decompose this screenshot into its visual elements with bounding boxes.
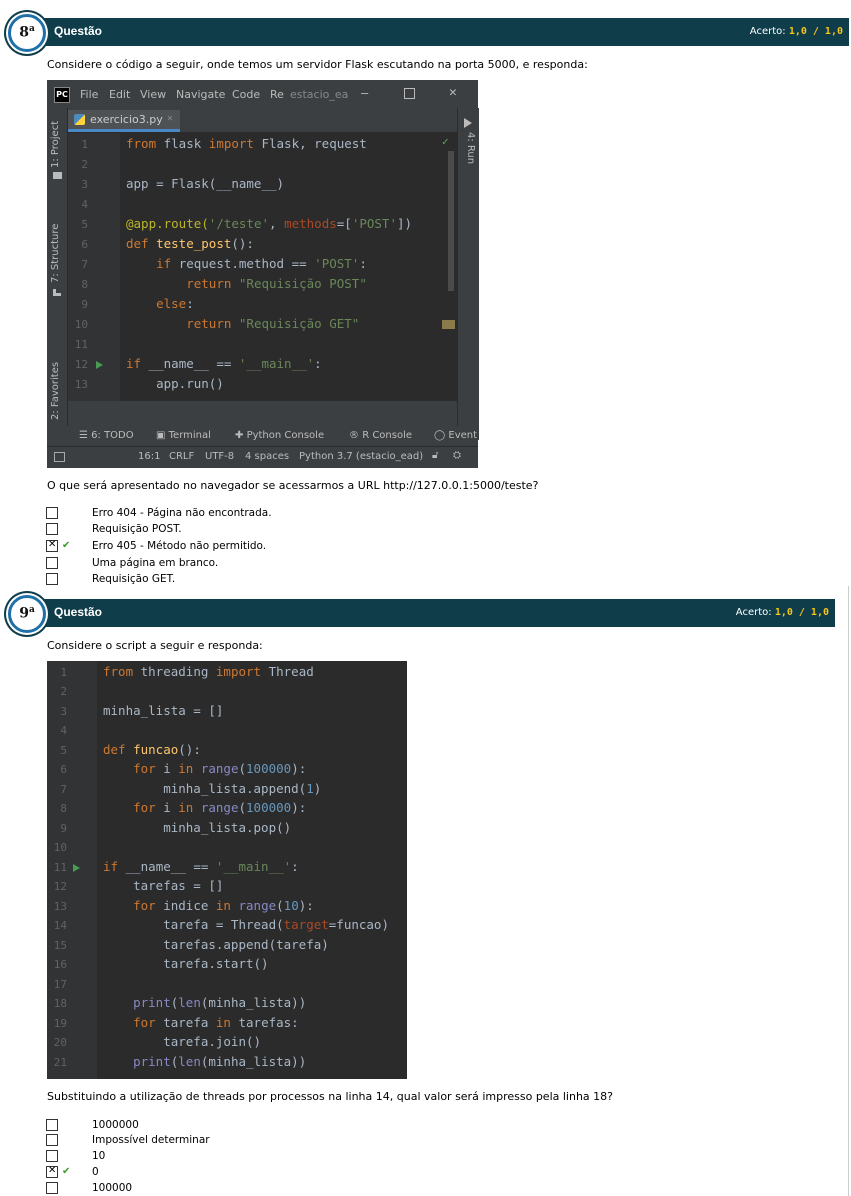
indent[interactable]: 4 spaces (245, 451, 289, 462)
correct-check-icon: ✔ (62, 540, 71, 551)
checkbox[interactable] (46, 1134, 58, 1146)
project-tool[interactable]: 1: Project (50, 121, 61, 168)
layout-icon[interactable] (54, 452, 65, 462)
question-prompt: Considere o código a seguir, onde temos … (47, 58, 588, 71)
tab-exercicio3[interactable]: exercicio3.py ✕ (68, 110, 180, 132)
menu-view[interactable]: View (140, 88, 166, 101)
checkbox[interactable] (46, 1182, 58, 1194)
tab-label: exercicio3.py (90, 113, 163, 126)
editor-scrollbar[interactable] (448, 151, 454, 291)
checkbox[interactable] (46, 1150, 58, 1162)
run-gutter-icon[interactable] (73, 864, 80, 872)
checkbox[interactable] (46, 573, 58, 585)
warning-marker (442, 320, 455, 329)
r-console-tool[interactable]: ® R Console (349, 430, 412, 441)
question-prompt: Considere o script a seguir e responda: (47, 639, 263, 652)
status-bar: 16:1 CRLF UTF-8 4 spaces Python 3.7 (est… (47, 446, 478, 468)
menu-refactor[interactable]: Re (270, 88, 284, 101)
menu-file[interactable]: File (80, 88, 98, 101)
cursor-position[interactable]: 16:1 (138, 451, 160, 462)
question-8-header: Questão Acerto: 1,0 / 1,0 (14, 18, 849, 46)
python-file-icon (74, 114, 85, 125)
inspection-ok-icon: ✓ (442, 135, 449, 148)
question-number-badge: 8a (8, 14, 46, 52)
menu-navigate[interactable]: Navigate (176, 88, 225, 101)
correct-check-icon: ✔ (62, 1166, 71, 1177)
run-icon (464, 118, 472, 128)
question-text: O que será apresentado no navegador se a… (47, 479, 539, 492)
score: Acerto: 1,0 / 1,0 (749, 26, 843, 37)
todo-tool[interactable]: ☰ 6: TODO (79, 430, 134, 441)
run-tool[interactable]: 4: Run (465, 132, 476, 164)
checkbox[interactable] (46, 557, 58, 569)
question-title: Questão (54, 24, 103, 38)
code-screenshot: 1 2 3 4 5 6 7 8 9 10 11 12 13 14 15 16 1… (47, 661, 407, 1079)
options-list: 1000000 Impossível determinar 10 ✔0 1000… (46, 1118, 446, 1196)
close-icon[interactable]: ✕ (449, 85, 457, 100)
menu-code[interactable]: Code (232, 88, 260, 101)
lock-icon[interactable]: 🔓︎ (432, 450, 438, 461)
maximize-icon[interactable] (404, 88, 415, 99)
folder-icon (53, 172, 62, 179)
checkbox[interactable] (46, 507, 58, 519)
interpreter[interactable]: Python 3.7 (estacio_ead) (299, 451, 423, 462)
structure-icon (53, 289, 61, 296)
minimize-icon[interactable]: — (361, 86, 368, 100)
project-name: estacio_ea (290, 88, 349, 101)
options-list: Erro 404 - Página não encontrada. Requis… (46, 506, 446, 586)
favorites-tool[interactable]: 2: Favorites (50, 362, 61, 420)
terminal-tool[interactable]: ▣ Terminal (156, 430, 211, 441)
checkbox-checked[interactable] (46, 539, 58, 552)
pycharm-logo: PC (54, 87, 70, 103)
inspector-icon[interactable]: ⛭ (453, 450, 461, 461)
right-tool-strip: 4: Run (457, 108, 479, 440)
ide-screenshot: PC File Edit View Navigate Code Re estac… (47, 80, 479, 468)
divider (848, 586, 849, 1196)
question-text: Substituindo a utilização de threads por… (47, 1090, 613, 1103)
line-separator[interactable]: CRLF (169, 451, 194, 462)
menu-edit[interactable]: Edit (109, 88, 130, 101)
event-log-tool[interactable]: ◯ Event (434, 430, 477, 441)
run-gutter-icon[interactable] (96, 361, 103, 369)
checkbox-checked[interactable] (46, 1165, 58, 1178)
question-9-header: Questão Acerto: 1,0 / 1,0 (14, 599, 835, 627)
bottom-tool-bar: ☰ 6: TODO ▣ Terminal ✚ Python Console ® … (47, 426, 478, 446)
structure-tool[interactable]: 7: Structure (50, 224, 61, 283)
encoding[interactable]: UTF-8 (205, 451, 234, 462)
score: Acerto: 1,0 / 1,0 (735, 607, 829, 618)
tab-close-icon[interactable]: ✕ (167, 113, 173, 124)
python-console-tool[interactable]: ✚ Python Console (235, 430, 324, 441)
checkbox[interactable] (46, 523, 58, 535)
question-title: Questão (54, 605, 103, 619)
code-editor[interactable]: 1 2 3 4 5 6 7 8 9 10 11 12 13 from flask… (68, 133, 457, 401)
left-tool-strip: 1: Project 7: Structure 2: Favorites ★ (47, 108, 68, 440)
question-number-badge: 9a (8, 595, 46, 633)
checkbox[interactable] (46, 1119, 58, 1131)
